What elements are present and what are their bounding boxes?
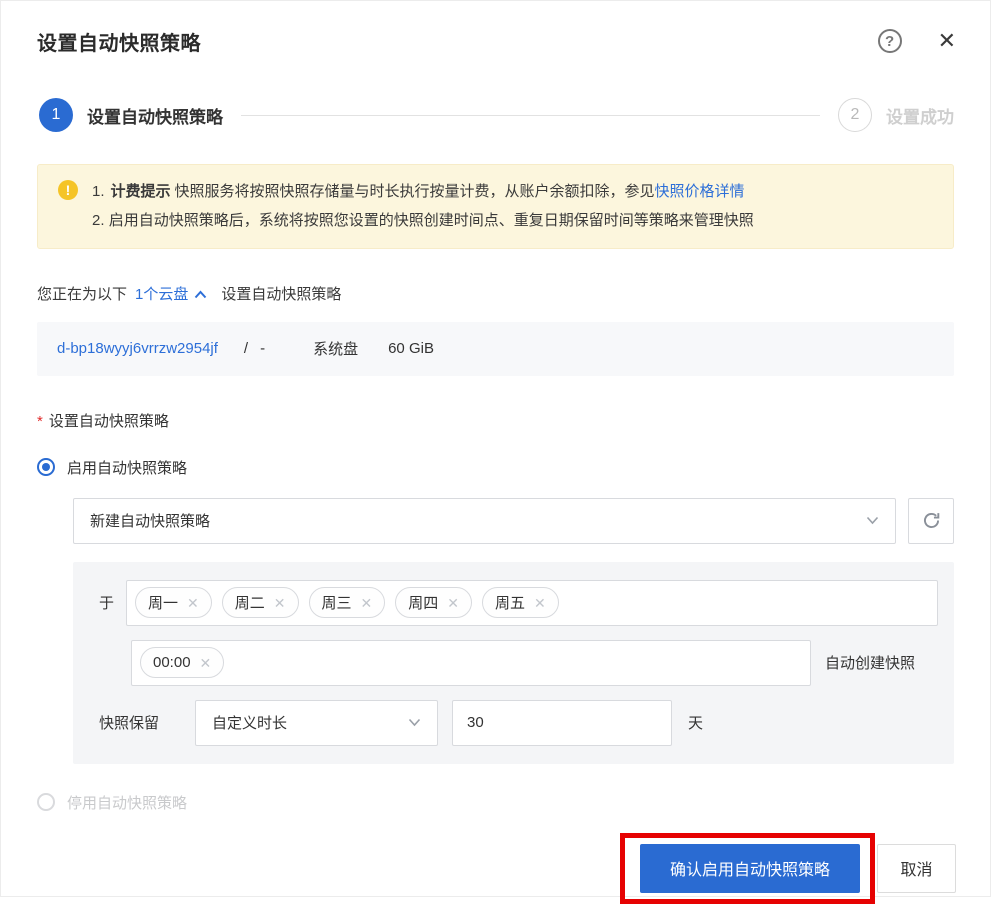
step-2-circle: 2: [838, 98, 872, 132]
time-tag-input[interactable]: 00:00 ✕: [131, 640, 811, 686]
dialog-footer: 确认启用自动快照策略 取消: [37, 833, 956, 904]
help-icon[interactable]: ?: [878, 29, 902, 53]
days-unit-label: 天: [688, 712, 703, 733]
time-tag: 00:00 ✕: [140, 647, 224, 678]
notice-line-2: 2. 启用自动快照策略后，系统将按照您设置的快照创建时间点、重复日期保留时间等策…: [92, 206, 754, 235]
notice-line-1: 1.计费提示快照服务将按照快照存储量与时长执行按量计费，从账户余额扣除，参见快照…: [92, 177, 754, 206]
step-2: 2 设置成功: [838, 98, 954, 132]
page-title: 设置自动快照策略: [37, 27, 201, 56]
policy-select-row: 新建自动快照策略: [73, 498, 954, 544]
refresh-button[interactable]: [908, 498, 954, 544]
policy-settings-panel: 于 周一 ✕ 周二 ✕ 周三 ✕ 周四 ✕: [73, 562, 954, 764]
weekday-tag-input[interactable]: 周一 ✕ 周二 ✕ 周三 ✕ 周四 ✕ 周五 ✕: [126, 580, 938, 626]
disk-mount: /: [244, 340, 248, 357]
retention-days-input[interactable]: [452, 700, 672, 746]
target-suffix: 设置自动快照策略: [221, 283, 341, 304]
chevron-down-icon: [866, 516, 879, 525]
policy-select[interactable]: 新建自动快照策略: [73, 498, 896, 544]
radio-disable-label: 停用自动快照策略: [67, 792, 187, 813]
billing-notice: ! 1.计费提示快照服务将按照快照存储量与时长执行按量计费，从账户余额扣除，参见…: [37, 164, 954, 249]
auto-snapshot-policy-dialog: 设置自动快照策略 ? ✕ 1 设置自动快照策略 2 设置成功 ! 1.计费提示快…: [0, 0, 991, 897]
retention-label: 快照保留: [99, 712, 159, 733]
annotation-highlight: 确认启用自动快照策略: [620, 833, 875, 904]
disk-alias: -: [260, 340, 265, 357]
cancel-button[interactable]: 取消: [877, 844, 956, 893]
step-indicator: 1 设置自动快照策略 2 设置成功: [39, 98, 954, 132]
confirm-button[interactable]: 确认启用自动快照策略: [640, 844, 860, 893]
dialog-header: 设置自动快照策略 ? ✕: [1, 1, 990, 56]
target-prefix: 您正在为以下: [37, 283, 127, 304]
chevron-up-icon: [194, 290, 207, 299]
enable-policy-option[interactable]: 启用自动快照策略: [37, 457, 954, 478]
disk-count-link[interactable]: 1个云盘: [135, 283, 207, 304]
weekday-tag: 周三 ✕: [309, 587, 386, 618]
disk-row: d-bp18wyyj6vrrzw2954jf / - 系统盘 60 GiB: [37, 322, 954, 376]
retention-type-select[interactable]: 自定义时长: [195, 700, 438, 746]
weekday-label: 于: [99, 592, 114, 613]
chevron-down-icon: [408, 718, 421, 727]
policy-form-label: *设置自动快照策略: [37, 410, 954, 431]
remove-tag-icon[interactable]: ✕: [534, 596, 546, 610]
required-mark: *: [37, 413, 43, 430]
weekday-tag: 周二 ✕: [222, 587, 299, 618]
time-row: 00:00 ✕ 自动创建快照: [99, 640, 938, 686]
weekday-tag: 周一 ✕: [135, 587, 212, 618]
step-connector-line: [241, 115, 820, 116]
retention-type-value: 自定义时长: [212, 712, 287, 733]
remove-tag-icon[interactable]: ✕: [200, 656, 212, 670]
step-1: 1 设置自动快照策略: [39, 98, 223, 132]
remove-tag-icon[interactable]: ✕: [361, 596, 373, 610]
disable-policy-option: 停用自动快照策略: [37, 792, 954, 813]
remove-tag-icon[interactable]: ✕: [447, 596, 459, 610]
target-disks-line: 您正在为以下 1个云盘 设置自动快照策略: [37, 283, 954, 304]
weekday-tag: 周五 ✕: [482, 587, 559, 618]
radio-enable-label: 启用自动快照策略: [67, 457, 187, 478]
step-2-label: 设置成功: [886, 103, 954, 128]
remove-tag-icon[interactable]: ✕: [274, 596, 286, 610]
weekday-tag: 周四 ✕: [395, 587, 472, 618]
snapshot-price-link[interactable]: 快照价格详情: [655, 183, 745, 200]
auto-create-label: 自动创建快照: [825, 652, 915, 673]
remove-tag-icon[interactable]: ✕: [187, 596, 199, 610]
disk-id-link[interactable]: d-bp18wyyj6vrrzw2954jf: [57, 340, 218, 357]
step-1-label: 设置自动快照策略: [87, 103, 223, 128]
radio-disable: [37, 793, 55, 811]
refresh-icon: [921, 510, 942, 531]
close-icon[interactable]: ✕: [938, 30, 956, 52]
disk-size: 60 GiB: [388, 340, 434, 357]
retention-row: 快照保留 自定义时长 天: [99, 700, 938, 746]
policy-select-value: 新建自动快照策略: [90, 510, 210, 531]
warning-icon: !: [58, 180, 78, 200]
disk-type: 系统盘: [313, 338, 358, 359]
radio-enable[interactable]: [37, 458, 55, 476]
step-1-circle: 1: [39, 98, 73, 132]
weekday-row: 于 周一 ✕ 周二 ✕ 周三 ✕ 周四 ✕: [99, 580, 938, 626]
